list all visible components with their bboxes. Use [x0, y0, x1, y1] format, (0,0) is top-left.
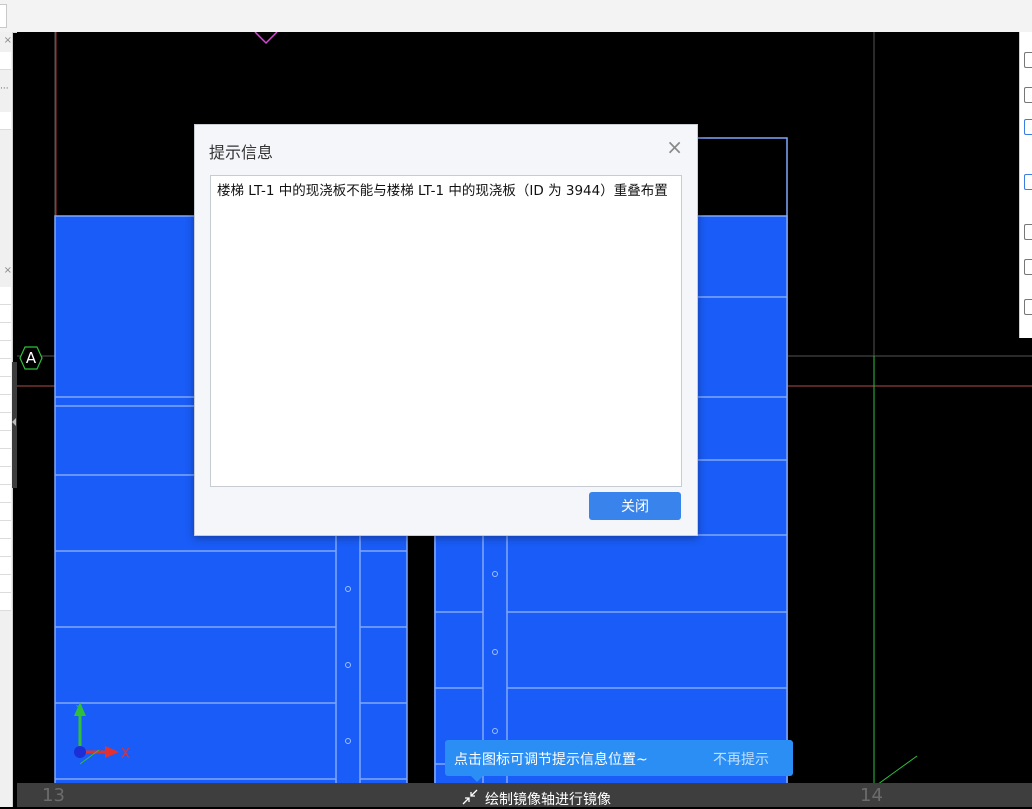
panel-close-icon[interactable]: × [0, 264, 12, 278]
panel-field[interactable] [0, 395, 11, 413]
close-button[interactable]: 关闭 [589, 492, 681, 520]
panel-field[interactable] [0, 323, 11, 341]
panel-field[interactable] [0, 377, 11, 395]
panel-field[interactable] [0, 359, 11, 377]
panel-field[interactable] [0, 305, 11, 323]
stair-beam-left [335, 534, 361, 807]
panel-field[interactable] [0, 112, 11, 130]
dismiss-hint-link[interactable]: 不再提示 [713, 749, 769, 769]
panel-close-icon[interactable]: × [0, 34, 12, 48]
grid-axis-text: A [26, 349, 37, 367]
toolbar-button-stub[interactable] [0, 4, 7, 28]
shrink-arrows-icon [462, 789, 478, 805]
panel-field[interactable] [0, 521, 11, 539]
right-toolbar [1019, 32, 1032, 338]
panel-field[interactable] [0, 341, 11, 359]
panel-field[interactable] [0, 575, 11, 593]
grid-axis-14: 14 [860, 785, 883, 806]
panel-field[interactable] [0, 413, 11, 431]
dialog-message: 楼梯 LT-1 中的现浇板不能与楼梯 LT-1 中的现浇板（ID 为 3944）… [217, 183, 668, 199]
panel-icon[interactable] [1024, 259, 1032, 275]
panel-field[interactable] [0, 52, 11, 70]
list-icon[interactable] [1024, 299, 1032, 315]
tooltip-tail [471, 776, 483, 782]
hint-tooltip[interactable]: 点击图标可调节提示信息位置~ 不再提示 [445, 740, 793, 782]
more-icon[interactable]: ··· [0, 84, 9, 94]
top-toolbar [0, 0, 1032, 33]
message-textarea[interactable]: 楼梯 LT-1 中的现浇板不能与楼梯 LT-1 中的现浇板（ID 为 3944）… [210, 175, 682, 487]
panel-field[interactable] [0, 539, 11, 557]
cube-icon[interactable] [1024, 119, 1032, 135]
cloud-icon[interactable] [1024, 52, 1032, 68]
x-axis-label: X [121, 747, 130, 762]
y-axis-label: Y [75, 704, 83, 715]
grid-axis-label-A: A [19, 346, 43, 370]
status-text: 绘制镜像轴进行镜像 [485, 792, 611, 808]
dialog-title: 提示信息 [209, 143, 274, 162]
panel-field[interactable] [0, 485, 11, 503]
panel-field[interactable] [0, 467, 11, 485]
hint-text: 点击图标可调节提示信息位置~ [454, 752, 648, 768]
collapse-arrow-icon [12, 418, 16, 426]
panel-field[interactable] [0, 287, 11, 305]
cube-icon[interactable] [1024, 174, 1032, 190]
panel-field[interactable] [0, 593, 11, 611]
panel-field[interactable] [0, 557, 11, 575]
panel-field[interactable] [0, 503, 11, 521]
grid-axis-13: 13 [42, 785, 65, 806]
panel-field[interactable] [0, 449, 11, 467]
close-icon[interactable]: × [666, 135, 683, 159]
frame-icon[interactable] [1024, 224, 1032, 240]
origin-point [74, 746, 86, 758]
home-icon[interactable] [1024, 87, 1032, 103]
message-dialog: 提示信息 × 楼梯 LT-1 中的现浇板不能与楼梯 LT-1 中的现浇板（ID … [194, 124, 698, 536]
panel-field[interactable] [0, 431, 11, 449]
